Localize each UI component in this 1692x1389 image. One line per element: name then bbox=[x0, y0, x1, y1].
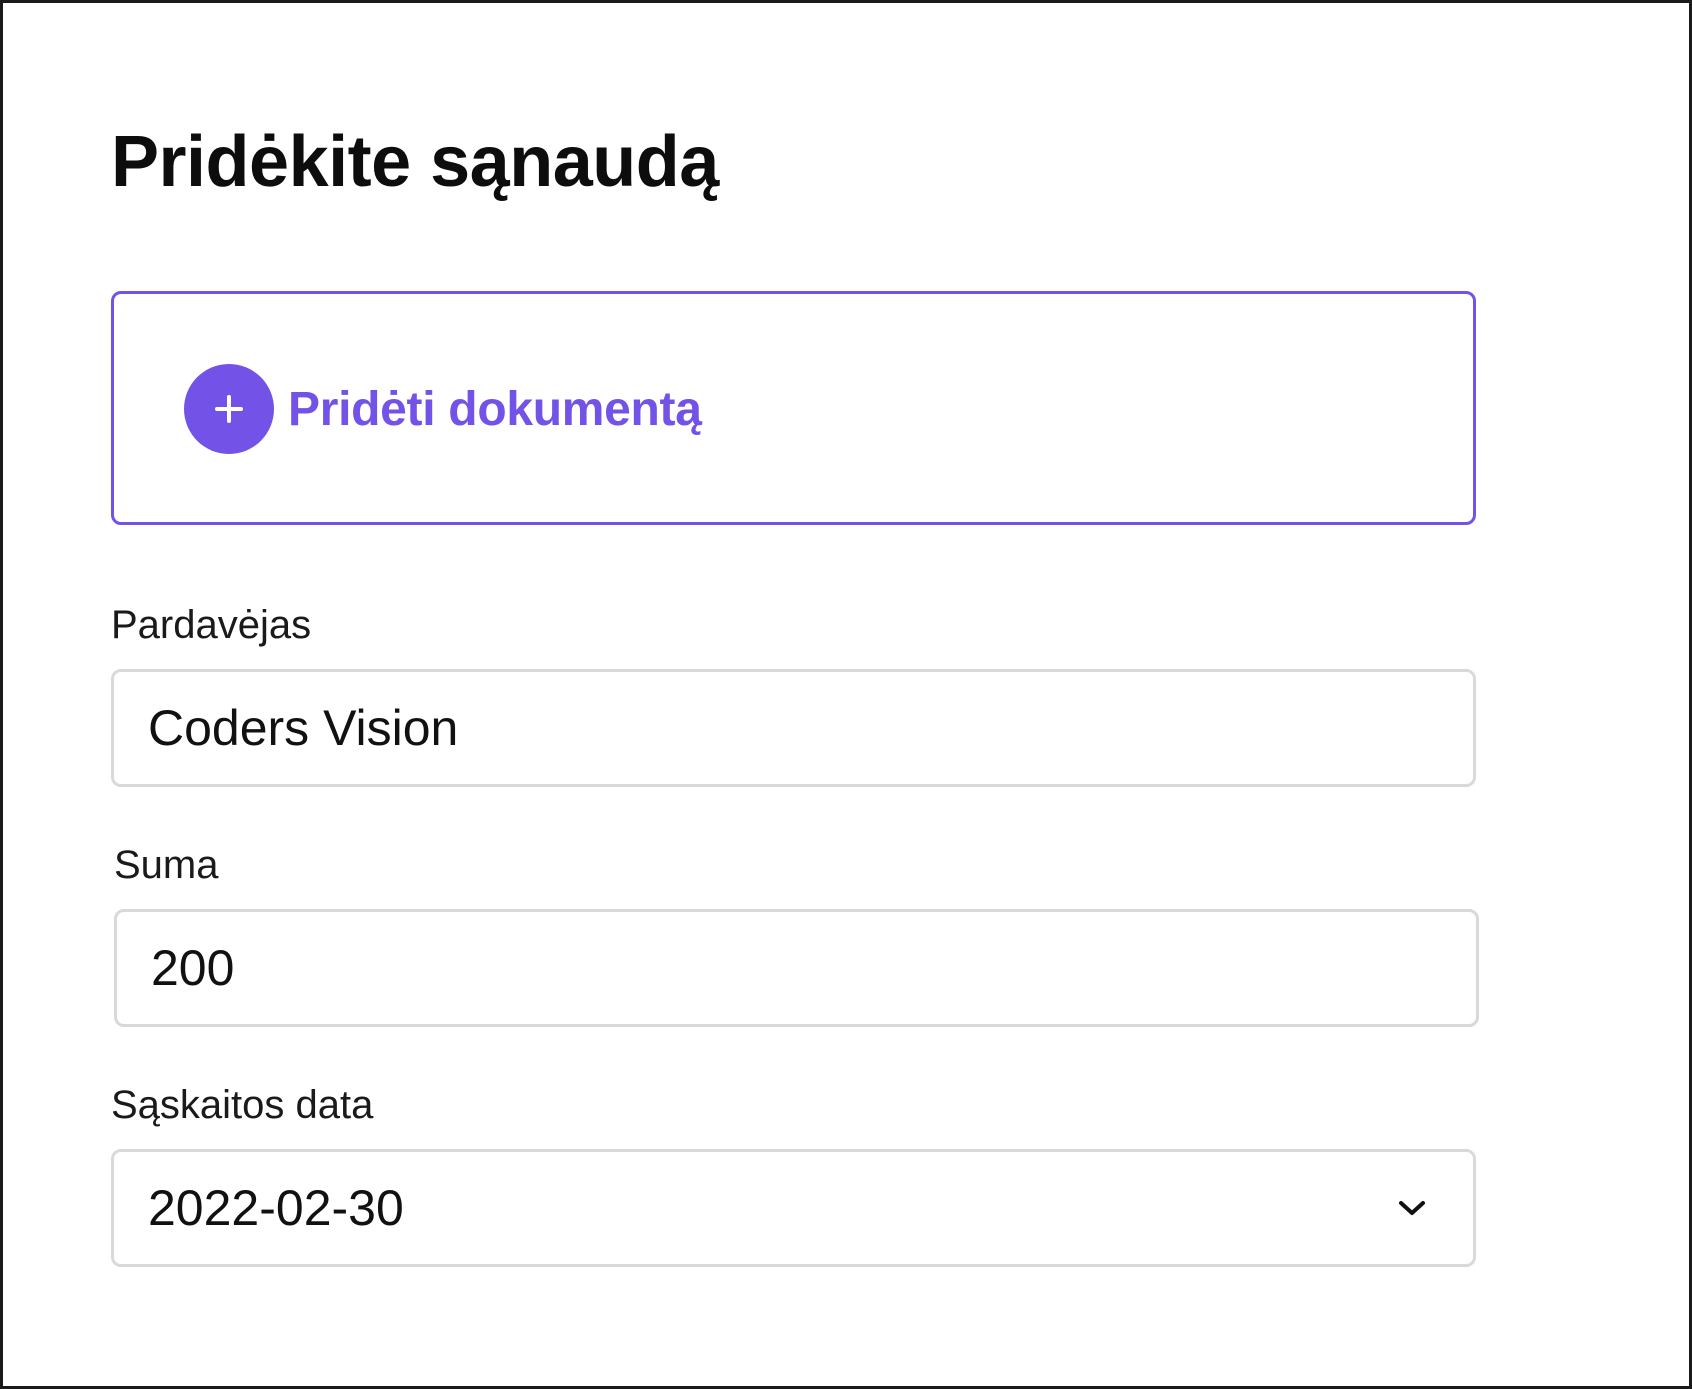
page-title: Pridėkite sąnaudą bbox=[111, 122, 719, 202]
invoice-date-select[interactable]: 2022-02-30 bbox=[111, 1149, 1476, 1267]
add-document-button[interactable]: Pridėti dokumentą bbox=[184, 364, 702, 454]
amount-input[interactable]: 200 bbox=[114, 909, 1479, 1027]
seller-label: Pardavėjas bbox=[111, 603, 312, 647]
plus-icon[interactable] bbox=[184, 364, 274, 454]
invoice-date-value: 2022-02-30 bbox=[148, 1180, 404, 1236]
document-upload-area[interactable]: Pridėti dokumentą bbox=[111, 291, 1476, 525]
invoice-date-label: Sąskaitos data bbox=[111, 1083, 374, 1127]
seller-input[interactable]: Coders Vision bbox=[111, 669, 1476, 787]
chevron-down-icon[interactable] bbox=[1395, 1198, 1429, 1218]
amount-value: 200 bbox=[151, 940, 235, 996]
form-panel: Pridėkite sąnaudą Pridėti dokumentą Pard… bbox=[0, 0, 1692, 1389]
amount-label: Suma bbox=[114, 843, 219, 887]
seller-value: Coders Vision bbox=[148, 700, 459, 756]
add-document-label: Pridėti dokumentą bbox=[288, 382, 702, 436]
